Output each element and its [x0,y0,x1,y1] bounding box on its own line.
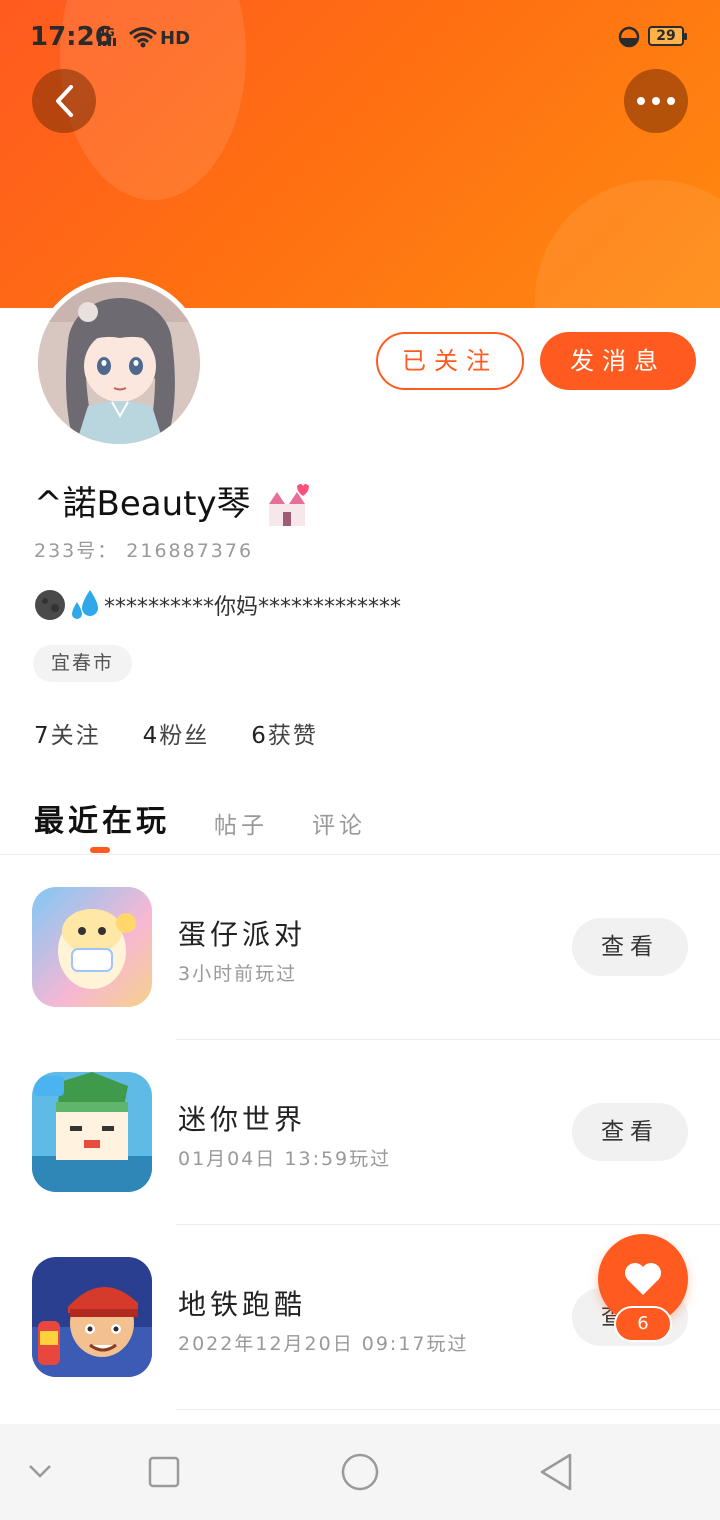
game-name: 地铁跑酷 [178,1288,307,1321]
likes-count: 6 [251,723,268,749]
dark-moon-emoji-icon [35,590,65,620]
following-stat[interactable]: 7关注 [34,716,101,750]
game-icon-image [32,887,152,1007]
hd-indicator: HD [160,28,191,49]
heart-icon [625,1263,661,1295]
view-button[interactable]: 查看 [572,1103,688,1161]
banner-decoration [535,180,720,308]
nickname: ^諾Beauty琴 [34,476,311,528]
user-id: 233号： 216887376 [34,536,253,563]
likes-stat[interactable]: 6获赞 [251,716,318,750]
nickname-text: ^諾Beauty琴 [34,484,251,524]
user-id-label: 233号： [34,540,119,562]
fans-count: 4 [142,723,160,749]
sweat-droplets-emoji-icon [72,590,98,619]
profile-stats: 7关注 4粉丝 6获赞 [34,716,360,750]
status-bar: 17:26 4G HD 29 [0,0,720,72]
fans-label: 粉丝 [159,723,210,749]
send-message-button[interactable]: 发消息 [540,332,696,390]
chevron-left-icon [56,85,73,117]
game-icon-subway-surfers [32,1257,152,1377]
last-played-time: 2022年12月20日 09:17玩过 [178,1333,469,1355]
location-tag: 宜春市 [33,645,133,682]
circle-icon[interactable] [340,1452,380,1492]
avatar-image [38,282,200,444]
back-button[interactable] [32,69,96,133]
view-button[interactable]: 查看 [572,918,688,976]
game-icon-eggy-party [32,887,152,1007]
more-options-button[interactable] [624,69,688,133]
castle-emoji-icon [269,483,310,526]
list-item[interactable]: 迷你世界 01月04日 13:59玩过 查看 [0,1040,720,1225]
following-label: 关注 [50,723,101,749]
game-icon-mini-world [32,1072,152,1192]
last-played-time: 01月04日 13:59玩过 [178,1148,392,1170]
active-tab-indicator [90,847,110,853]
avatar[interactable] [33,277,205,449]
square-icon[interactable] [148,1456,180,1488]
game-icon-image [32,1072,152,1192]
tab-recently-played[interactable]: 最近在玩 [34,796,170,840]
likes-label: 获赞 [267,723,318,749]
followed-button[interactable]: 已关注 [376,332,524,390]
do-not-disturb-icon [618,26,640,48]
last-played-time: 3小时前玩过 [178,963,298,985]
game-icon-image [32,1257,152,1377]
profile-tabs: 最近在玩 帖子 评论 [34,790,410,840]
following-count: 7 [34,723,51,749]
fans-stat[interactable]: 4粉丝 [143,716,210,750]
game-name: 迷你世界 [178,1103,307,1136]
signal-icon [98,38,116,46]
battery-indicator: 29 [648,26,687,46]
divider [176,1409,720,1410]
bio: **********你妈************* [34,588,401,622]
user-id-value: 216887376 [126,540,254,562]
like-count-badge: 6 [614,1306,672,1342]
system-nav-bar [0,1424,720,1520]
game-name: 蛋仔派对 [178,918,307,951]
tab-comments[interactable]: 评论 [312,806,366,840]
tab-posts[interactable]: 帖子 [214,806,268,840]
chevron-down-icon[interactable] [28,1464,52,1478]
triangle-back-icon[interactable] [538,1452,574,1492]
wifi-icon [129,27,157,48]
bio-text: **********你妈************* [104,595,402,620]
list-item[interactable]: 蛋仔派对 3小时前玩过 查看 [0,855,720,1040]
more-dots-icon [637,97,675,105]
